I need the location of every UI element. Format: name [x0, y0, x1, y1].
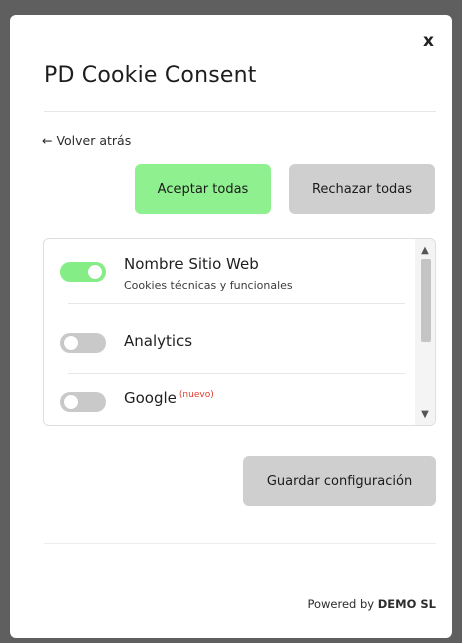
category-label: Nombre Sitio Web: [124, 255, 259, 273]
modal-title: PD Cookie Consent: [44, 63, 257, 88]
accept-all-button[interactable]: Aceptar todas: [135, 164, 271, 214]
reject-all-button[interactable]: Rechazar todas: [289, 164, 435, 214]
powered-by: Powered by DEMO SL: [307, 597, 436, 611]
close-button[interactable]: x: [423, 31, 434, 51]
toggle-knob: [64, 336, 78, 350]
scroll-up-icon[interactable]: ▲: [415, 241, 435, 259]
category-label-text: Google: [124, 389, 177, 407]
category-toggle-nombre-sitio-web[interactable]: [60, 262, 106, 282]
back-link[interactable]: ← Volver atrás: [42, 133, 131, 148]
list-item: Google (nuevo): [44, 374, 415, 425]
list-scrollbar[interactable]: ▲ ▼: [415, 239, 435, 425]
cookie-consent-modal: x PD Cookie Consent ← Volver atrás Acept…: [10, 15, 452, 638]
category-toggle-google[interactable]: [60, 392, 106, 412]
company-name: DEMO SL: [377, 597, 436, 611]
toggle-knob: [88, 265, 102, 279]
toggle-knob: [64, 395, 78, 409]
new-badge: (nuevo): [178, 390, 214, 400]
list-item: Analytics: [44, 304, 415, 374]
scrollbar-thumb[interactable]: [421, 259, 431, 342]
category-description: Cookies técnicas y funcionales: [124, 279, 293, 292]
scroll-down-icon[interactable]: ▼: [415, 405, 435, 423]
powered-by-prefix: Powered by: [307, 597, 375, 611]
category-toggle-analytics[interactable]: [60, 333, 106, 353]
title-divider: [44, 111, 436, 112]
footer-divider: [44, 543, 436, 544]
save-settings-button[interactable]: Guardar configuración: [243, 456, 436, 506]
category-label: Analytics: [124, 332, 193, 350]
cookie-category-list-content: Nombre Sitio Web Cookies técnicas y func…: [44, 239, 415, 425]
cookie-category-list[interactable]: Nombre Sitio Web Cookies técnicas y func…: [43, 238, 436, 426]
category-label: Google (nuevo): [124, 389, 214, 407]
list-item: Nombre Sitio Web Cookies técnicas y func…: [44, 248, 415, 304]
